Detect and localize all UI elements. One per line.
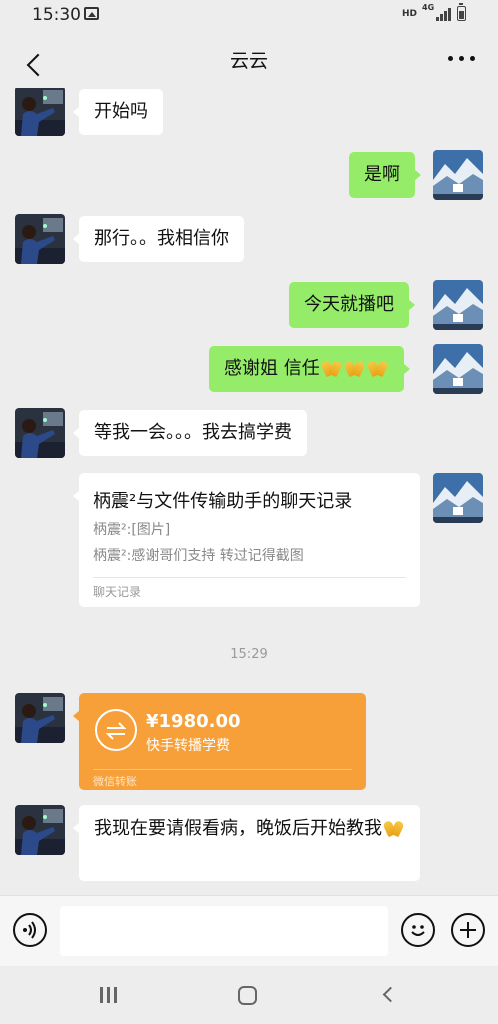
more-options-icon[interactable] <box>448 56 476 62</box>
input-bar <box>0 895 498 966</box>
message-text: 是啊 <box>364 164 400 185</box>
divider <box>93 769 352 770</box>
chat-area[interactable]: 开始吗 是啊 那行。。我相信你 今天就播吧 感谢姐 信任 等我一会。。。我去搞学… <box>0 88 498 895</box>
contact-avatar[interactable] <box>15 214 65 264</box>
chat-header: 云云 <box>0 30 498 88</box>
message-input[interactable] <box>60 906 388 956</box>
contact-avatar[interactable] <box>15 88 65 136</box>
message-bubble-sent[interactable]: 是啊 <box>349 152 421 198</box>
contact-avatar[interactable] <box>15 408 65 458</box>
more-functions-icon[interactable] <box>451 913 485 947</box>
message-text: 我现在要请假看病，晚饭后开始教我 <box>94 815 405 843</box>
network-4g-indicator: 4G <box>422 3 435 12</box>
chat-record-card[interactable]: 柄震²与文件传输助手的聊天记录 柄震²:[图片] 柄震²:感谢哥们支持 转过记得… <box>73 473 420 607</box>
divider <box>93 577 406 578</box>
chat-title: 云云 <box>229 50 268 72</box>
chat-record-label: 聊天记录 <box>93 585 142 599</box>
home-icon[interactable] <box>238 986 257 1005</box>
hd-indicator: HD <box>402 9 418 19</box>
signal-icon <box>436 8 452 21</box>
my-avatar[interactable] <box>433 150 483 200</box>
my-avatar[interactable] <box>433 344 483 394</box>
my-avatar[interactable] <box>433 280 483 330</box>
message-timestamp: 15:29 <box>230 647 268 662</box>
gallery-notification-icon <box>84 7 99 20</box>
pray-emoji-icon <box>321 361 343 377</box>
message-text: 等我一会。。。我去搞学费 <box>94 422 292 443</box>
message-bubble-received[interactable]: 我现在要请假看病，晚饭后开始教我 <box>73 805 420 881</box>
voice-input-icon[interactable] <box>13 913 47 947</box>
money-transfer-card[interactable]: ¥1980.00 快手转播学费 微信转账 <box>73 693 366 790</box>
message-bubble-sent[interactable]: 今天就播吧 <box>289 282 415 328</box>
emoji-picker-icon[interactable] <box>401 913 435 947</box>
chat-record-title: 柄震²与文件传输助手的聊天记录 <box>93 491 353 512</box>
contact-avatar[interactable] <box>15 693 65 743</box>
message-text: 那行。。我相信你 <box>94 228 229 249</box>
message-text: 感谢姐 信任 <box>224 358 320 379</box>
message-bubble-sent[interactable]: 感谢姐 信任 <box>209 346 410 392</box>
pray-emoji-icon <box>383 821 405 837</box>
battery-icon <box>457 3 466 21</box>
transfer-label: 微信转账 <box>93 775 137 788</box>
transfer-note: 快手转播学费 <box>146 738 230 754</box>
message-text: 开始吗 <box>94 101 148 122</box>
system-back-icon[interactable] <box>382 986 399 1003</box>
message-text: 今天就播吧 <box>304 294 394 315</box>
message-bubble-received[interactable]: 那行。。我相信你 <box>73 216 244 262</box>
system-nav-bar <box>0 966 498 1024</box>
message-bubble-received[interactable]: 等我一会。。。我去搞学费 <box>73 410 307 456</box>
status-bar: 15:30 HD 4G <box>0 0 498 30</box>
pray-emoji-icon <box>344 361 366 377</box>
status-time: 15:30 <box>32 5 81 25</box>
my-avatar[interactable] <box>433 473 483 523</box>
contact-avatar[interactable] <box>15 805 65 855</box>
transfer-amount: ¥1980.00 <box>146 711 241 732</box>
transfer-arrows-icon <box>95 709 137 751</box>
chat-record-line: 柄震²:[图片] <box>93 522 171 538</box>
message-bubble-received[interactable]: 开始吗 <box>73 89 163 135</box>
chat-record-line: 柄震²:感谢哥们支持 转过记得截图 <box>93 548 304 564</box>
pray-emoji-icon <box>367 361 389 377</box>
recent-apps-icon[interactable] <box>98 987 118 1003</box>
